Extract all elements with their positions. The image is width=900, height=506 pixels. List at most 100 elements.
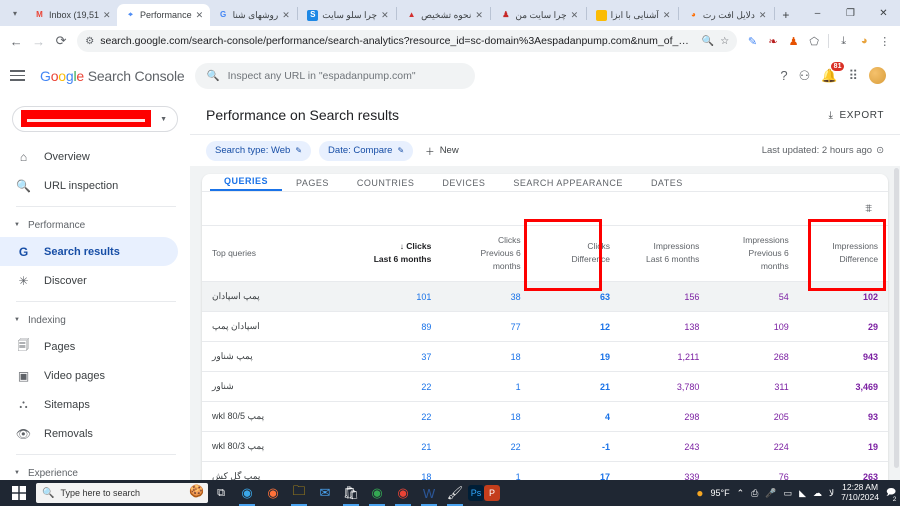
- profile-icon[interactable]: ◕: [855, 30, 874, 52]
- firefox-icon[interactable]: ◉: [260, 480, 286, 506]
- column-impressions-difference[interactable]: Impressions Difference: [798, 226, 889, 283]
- apps-grid-icon[interactable]: ⠿: [848, 68, 858, 84]
- paint-icon[interactable]: 🖌: [442, 480, 468, 506]
- pen-extension-icon[interactable]: ✎: [743, 30, 762, 52]
- menu-icon[interactable]: [10, 66, 30, 86]
- sidebar-item-url-inspection[interactable]: 🔍 URL inspection: [0, 171, 178, 200]
- tab-close-icon[interactable]: ✕: [103, 10, 111, 21]
- help-icon[interactable]: ?: [780, 68, 787, 83]
- mail-icon[interactable]: ✉: [312, 480, 338, 506]
- sidebar-group-performance[interactable]: ▼ Performance: [0, 213, 190, 237]
- edge-icon[interactable]: ◉: [234, 480, 260, 506]
- tab-close-icon[interactable]: ✕: [475, 10, 483, 21]
- sidebar-item-sitemaps[interactable]: ⛬ Sitemaps: [0, 390, 178, 419]
- language-icon[interactable]: لا: [829, 488, 834, 499]
- table-row[interactable]: اسپادان پمپ 89 77 12 138 109 29: [202, 311, 889, 343]
- taskbar-clock[interactable]: 12:28 AM 7/10/2024: [841, 482, 879, 503]
- sidebar-item-removals[interactable]: 👁 Removals: [0, 419, 178, 448]
- browser-tab-5[interactable]: ♟ چرا سایت من ✕: [492, 4, 584, 26]
- browser-tab-6[interactable]: آشنایی با ابزا ✕: [588, 4, 677, 26]
- tab-search-appearance[interactable]: SEARCH APPEARANCE: [499, 178, 637, 191]
- column-top-queries[interactable]: Top queries: [202, 226, 352, 283]
- browser-tab-3[interactable]: S چرا سلو سایت ✕: [299, 4, 395, 26]
- camera-icon[interactable]: ⎙: [751, 488, 758, 499]
- chrome-icon[interactable]: ◉: [364, 480, 390, 506]
- tab-dates[interactable]: DATES: [637, 178, 697, 191]
- table-row[interactable]: پمپ wkl 80/5 22 18 4 298 205 93: [202, 401, 889, 433]
- user-settings-icon[interactable]: ⚇: [799, 68, 811, 84]
- reload-icon[interactable]: ⟳: [51, 30, 71, 52]
- tab-pages[interactable]: PAGES: [282, 178, 343, 191]
- new-tab-button[interactable]: +: [776, 4, 796, 26]
- sidebar-group-indexing[interactable]: ▼ Indexing: [0, 308, 190, 332]
- column-impressions-previous[interactable]: Impressions Previous 6 months: [709, 226, 799, 283]
- filter-chip-search-type[interactable]: Search type: Web ✎: [206, 140, 312, 161]
- chevron-up-icon[interactable]: ⌃: [737, 488, 745, 499]
- main-scrollbar[interactable]: [894, 168, 900, 468]
- extension-orange-icon[interactable]: ♟: [784, 30, 803, 52]
- tab-queries[interactable]: QUERIES: [210, 176, 283, 191]
- windows-start-icon[interactable]: [2, 480, 36, 506]
- close-button[interactable]: ✕: [867, 0, 900, 26]
- tab-close-icon[interactable]: ✕: [381, 10, 389, 21]
- action-center-icon[interactable]: 🗩 2: [886, 485, 899, 504]
- tab-devices[interactable]: DEVICES: [428, 178, 499, 191]
- table-row[interactable]: پمپ اسپادان 101 38 63 156 54 102: [202, 281, 889, 313]
- tab-search-icon[interactable]: ▾: [4, 0, 26, 26]
- browser-tab-0[interactable]: M Inbox (19,51 ✕: [26, 4, 117, 26]
- browser-tab-7[interactable]: ◕ دلایل افت رت ✕: [680, 4, 773, 26]
- table-row[interactable]: پمپ شناور 37 18 19 1,211 268 943: [202, 341, 889, 373]
- sidebar-item-search-results[interactable]: G Search results: [0, 237, 178, 266]
- column-impressions-last[interactable]: Impressions Last 6 months: [620, 226, 710, 283]
- export-button[interactable]: ⤓ EXPORT: [828, 110, 884, 121]
- powerpoint-icon[interactable]: P: [484, 485, 500, 501]
- wifi-icon[interactable]: ◣: [799, 488, 806, 499]
- column-clicks-previous[interactable]: Clicks Previous 6 months: [441, 226, 531, 283]
- help-circle-icon[interactable]: ⊙: [876, 145, 884, 156]
- bookmark-star-icon[interactable]: ☆: [720, 36, 729, 47]
- site-settings-icon[interactable]: ⚙: [85, 36, 94, 47]
- browser-tab-4[interactable]: ▲ نحوه تشخیص ✕: [398, 4, 489, 26]
- zoom-icon[interactable]: 🔍: [702, 36, 714, 47]
- back-icon[interactable]: ←: [6, 30, 26, 52]
- tab-close-icon[interactable]: ✕: [663, 10, 671, 21]
- sidebar-item-discover[interactable]: ✳ Discover: [0, 266, 178, 295]
- browser-tab-2[interactable]: G روشهای شنا ✕: [210, 4, 297, 26]
- store-icon[interactable]: 🛍: [338, 480, 364, 506]
- address-bar[interactable]: ⚙ search.google.com/search-console/perfo…: [77, 30, 738, 52]
- taskbar-search-input[interactable]: 🔍 Type here to search 🍪: [36, 483, 208, 503]
- property-selector[interactable]: ▼: [12, 106, 178, 132]
- chrome-menu-icon[interactable]: ⋮: [875, 30, 894, 52]
- file-explorer-icon[interactable]: 🗀: [286, 480, 312, 506]
- extension-s-icon[interactable]: ❧: [764, 30, 783, 52]
- microphone-icon[interactable]: 🎤: [765, 488, 776, 499]
- sidebar-item-overview[interactable]: ⌂ Overview: [0, 142, 178, 171]
- forward-icon[interactable]: →: [28, 30, 48, 52]
- downloads-icon[interactable]: ⤓: [834, 30, 853, 52]
- weather-temp[interactable]: 95°F: [711, 488, 730, 498]
- sidebar-item-pages[interactable]: 🗐 Pages: [0, 332, 178, 361]
- pencil-icon[interactable]: ✎: [397, 146, 404, 155]
- tab-close-icon[interactable]: ✕: [759, 10, 767, 21]
- battery-icon[interactable]: ▭: [784, 488, 793, 499]
- chrome-icon-2[interactable]: ◉: [390, 480, 416, 506]
- notification-bell-icon[interactable]: 🔔 81: [821, 61, 845, 84]
- task-view-icon[interactable]: ⧉: [208, 480, 234, 506]
- table-row[interactable]: شناور 22 1 21 3,780 311 3,469: [202, 371, 889, 403]
- pencil-icon[interactable]: ✎: [295, 146, 302, 155]
- cloud-icon[interactable]: ☁: [813, 488, 822, 499]
- tab-close-icon[interactable]: ✕: [282, 10, 290, 21]
- maximize-button[interactable]: ❐: [834, 0, 867, 26]
- url-inspection-input[interactable]: 🔍 Inspect any URL in "espadanpump.com": [194, 62, 475, 89]
- cortana-icon[interactable]: 🍪: [189, 484, 204, 498]
- minimize-button[interactable]: –: [801, 0, 834, 26]
- column-clicks-difference[interactable]: Clicks Difference: [530, 226, 621, 283]
- new-filter-button[interactable]: ＋ New: [421, 144, 459, 158]
- avatar[interactable]: [869, 67, 886, 84]
- filter-icon[interactable]: ⩨: [865, 201, 872, 216]
- word-icon[interactable]: W: [416, 480, 442, 506]
- tab-countries[interactable]: COUNTRIES: [343, 178, 429, 191]
- browser-tab-1[interactable]: ⌖ Performance ✕: [117, 4, 210, 26]
- sidebar-item-video-pages[interactable]: ▣ Video pages: [0, 361, 178, 390]
- tab-close-icon[interactable]: ✕: [196, 10, 204, 21]
